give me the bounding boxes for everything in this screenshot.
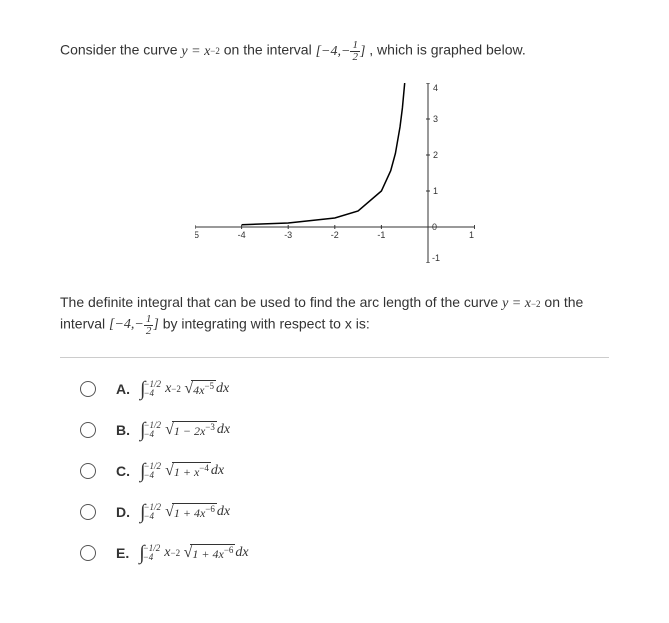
option-label: A. — [116, 381, 130, 397]
option-label: B. — [116, 422, 130, 438]
svg-text:1: 1 — [468, 230, 473, 240]
svg-text:-1: -1 — [377, 230, 385, 240]
radio-icon — [80, 381, 96, 397]
svg-text:0: 0 — [432, 222, 437, 232]
divider — [60, 357, 609, 358]
option-expression: ∫−1/2−4 √1 − 2x−3 dx — [140, 419, 230, 442]
svg-text:2: 2 — [433, 150, 438, 160]
option-b[interactable]: B. ∫−1/2−4 √1 − 2x−3 dx — [80, 419, 609, 442]
option-expression: ∫−1/2−4 √1 + 4x−6 dx — [140, 501, 230, 524]
radio-icon — [80, 504, 96, 520]
option-label: D. — [116, 504, 130, 520]
radio-icon — [80, 545, 96, 561]
option-e[interactable]: E. ∫−1/2−4 x−2 √1 + 4x−6 dx — [80, 542, 609, 565]
option-expression: ∫−1/2−4 √1 + x−4 dx — [140, 460, 224, 483]
question-intro: Consider the curve y = x−2 on the interv… — [60, 40, 609, 63]
option-label: E. — [116, 545, 129, 561]
option-a[interactable]: A. ∫−1/2−4 x−2 √4x−5 dx — [80, 378, 609, 401]
options-list: A. ∫−1/2−4 x−2 √4x−5 dx B. ∫−1/2−4 √1 − … — [60, 378, 609, 565]
svg-text:3: 3 — [433, 114, 438, 124]
option-c[interactable]: C. ∫−1/2−4 √1 + x−4 dx — [80, 460, 609, 483]
option-d[interactable]: D. ∫−1/2−4 √1 + 4x−6 dx — [80, 501, 609, 524]
svg-text:-1: -1 — [432, 253, 440, 263]
svg-text:-3: -3 — [284, 230, 292, 240]
curve-graph: -5 -4 -3 -2 -1 0 1 1 2 3 4 -1 — [195, 83, 475, 263]
option-expression: ∫−1/2−4 x−2 √4x−5 dx — [140, 378, 229, 401]
radio-icon — [80, 422, 96, 438]
svg-text:1: 1 — [433, 186, 438, 196]
radio-icon — [80, 463, 96, 479]
option-label: C. — [116, 463, 130, 479]
sub-question: The definite integral that can be used t… — [60, 293, 609, 337]
option-expression: ∫−1/2−4 x−2 √1 + 4x−6 dx — [139, 542, 248, 565]
svg-text:-5: -5 — [195, 230, 199, 240]
svg-text:-4: -4 — [237, 230, 245, 240]
svg-text:4: 4 — [433, 83, 438, 93]
svg-text:-2: -2 — [330, 230, 338, 240]
